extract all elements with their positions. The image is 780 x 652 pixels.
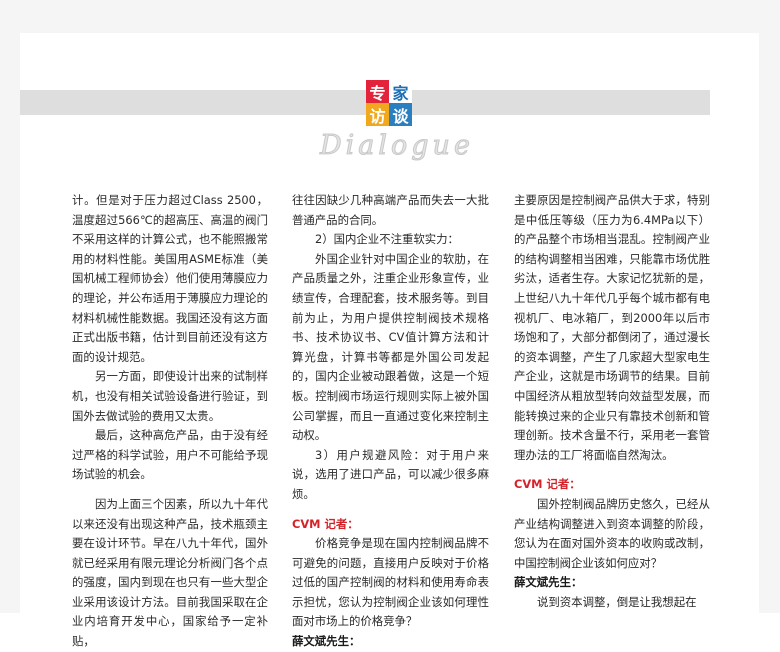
paragraph: 2）国内企业不注重软实力： [315, 232, 459, 247]
text-column-2: 往往因缺少几种高端产品而失去一大批普通产品的合同。 2）国内企业不注重软实力： … [292, 191, 489, 652]
logo-char-2: 家 [389, 80, 412, 103]
interviewee-label: 薛文斌先生： [514, 575, 583, 590]
paragraph: 3）用户规避风险：对于用户来说，选用了进口产品，可以减少很多麻烦。 [292, 447, 489, 501]
paragraph: 因为上面三个因素，所以九十年代以来还没有出现这种产品，技术瓶颈主要在设计环节。早… [72, 496, 268, 649]
question-paragraph: 价格竞争是现在国内控制阀品牌不可避免的问题，直接用户反映对于价格过低的国产控制阀… [292, 536, 489, 629]
logo-char-3: 访 [366, 103, 389, 126]
paragraph: 计。但是对于压力超过Class 2500，温度超过566℃的超高压、高温的阀门不… [72, 193, 268, 364]
page-margin-left [0, 0, 20, 613]
dialogue-watermark: Dialogue [320, 130, 474, 162]
text-column-3: 主要原因是控制阀产品供大于求，特别是中低压等级（压力为6.4MPa以下）的产品整… [514, 191, 710, 612]
question-paragraph: 国外控制阀品牌历史悠久，已经从产业结构调整进入到资本调整的阶段，您认为在面对国外… [514, 496, 710, 570]
paragraph: 另一方面，即使设计出来的试制样机，也没有相关试验设备进行验证，到国外去做试验的费… [72, 369, 268, 423]
paragraph: 外国企业针对中国企业的软肋，在产品质量之外，注重企业形象宣传，业绩宣传，合理配套… [292, 251, 489, 443]
paragraph: 主要原因是控制阀产品供大于求，特别是中低压等级（压力为6.4MPa以下）的产品整… [514, 193, 710, 462]
interviewee-label: 薛文斌先生： [292, 634, 361, 649]
logo-char-4: 谈 [389, 103, 412, 126]
logo-char-1: 专 [366, 80, 389, 103]
interviewer-label: CVM 记者： [292, 516, 359, 531]
paragraph: 说到资本调整，倒是让我想起在 [537, 594, 697, 609]
interviewer-label: CVM 记者： [514, 477, 581, 492]
page-margin-top [0, 0, 780, 33]
paragraph: 往往因缺少几种高端产品而失去一大批普通产品的合同。 [292, 193, 489, 227]
header-band [20, 90, 710, 115]
expert-interview-logo: 专 家 访 谈 [366, 80, 412, 126]
text-column-1: 计。但是对于压力超过Class 2500，温度超过566℃的超高压、高温的阀门不… [72, 191, 268, 652]
page-margin-right [759, 0, 780, 613]
paragraph: 最后，这种高危产品，由于没有经过严格的科学试验，用户不可能给予现场试验的机会。 [72, 428, 268, 482]
